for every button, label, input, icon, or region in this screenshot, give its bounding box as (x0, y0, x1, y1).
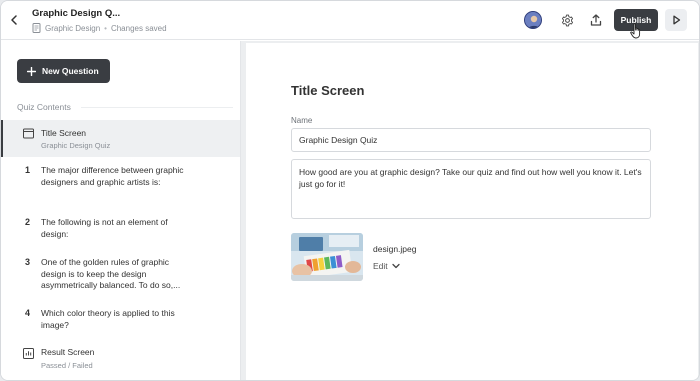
chevron-down-icon (392, 263, 400, 269)
question-number: 3 (25, 257, 31, 267)
question-text: The following is not an element of desig… (41, 217, 168, 239)
sidebar-item-question-1[interactable]: 1 The major difference between graphic d… (1, 164, 240, 204)
cover-image (291, 233, 363, 281)
question-number: 4 (25, 308, 31, 318)
app-window: Graphic Design Q... Graphic Design • Cha… (0, 0, 700, 381)
sidebar-item-question-3[interactable]: 3 One of the golden rules of graphic des… (1, 256, 240, 296)
bar-chart-icon (23, 348, 34, 359)
user-avatar[interactable] (524, 11, 542, 29)
title-screen-icon (23, 128, 34, 139)
sidebar: New Question Quiz Contents Title Screen … (1, 41, 241, 380)
back-button[interactable] (7, 12, 21, 28)
preview-button[interactable] (665, 9, 687, 31)
edit-image-dropdown[interactable]: Edit (373, 261, 400, 271)
save-status: Changes saved (110, 23, 167, 33)
editor-heading: Title Screen (291, 83, 365, 98)
sidebar-item-sub: Passed / Failed (41, 361, 93, 370)
meta-separator: • (104, 23, 107, 33)
play-icon (672, 15, 680, 25)
editor-canvas: Title Screen Name Graphic Design Quiz Ho… (241, 41, 699, 380)
plus-icon (27, 66, 36, 76)
cover-image-thumbnail[interactable] (291, 233, 363, 281)
sidebar-item-sub: Graphic Design Quiz (41, 141, 111, 150)
question-number: 2 (25, 217, 31, 227)
name-label: Name (291, 116, 313, 125)
quiz-description-input[interactable]: How good are you at graphic design? Take… (291, 159, 651, 219)
avatar-image (525, 12, 541, 28)
hand-cursor-icon (630, 23, 641, 39)
sidebar-item-title-screen[interactable]: Title Screen Graphic Design Quiz (1, 120, 240, 157)
question-text: One of the golden rules of graphic desig… (41, 257, 181, 290)
quiz-contents-label: Quiz Contents (17, 102, 71, 112)
gear-icon (561, 14, 573, 26)
category-label: Graphic Design (45, 23, 101, 33)
chevron-left-icon (11, 15, 17, 25)
edit-label: Edit (373, 261, 388, 271)
image-file-name: design.jpeg (373, 244, 417, 254)
document-icon (32, 23, 41, 33)
quiz-title[interactable]: Graphic Design Q... (32, 8, 120, 19)
upload-icon (590, 14, 602, 26)
new-question-button[interactable]: New Question (17, 59, 110, 83)
title-screen-card: Title Screen Name Graphic Design Quiz Ho… (246, 43, 698, 380)
question-text: Which color theory is applied to this im… (41, 308, 175, 330)
question-text: The major difference between graphic des… (41, 165, 184, 187)
sidebar-item-question-2[interactable]: 2 The following is not an element of des… (1, 216, 240, 244)
new-question-label: New Question (42, 66, 99, 76)
quiz-name-input[interactable]: Graphic Design Quiz (291, 128, 651, 152)
sidebar-item-label: Title Screen (41, 128, 87, 138)
sidebar-item-result-screen[interactable]: Result Screen Passed / Failed (1, 345, 240, 375)
share-button[interactable] (586, 10, 606, 30)
settings-button[interactable] (557, 10, 577, 30)
quiz-meta: Graphic Design • Changes saved (32, 23, 167, 33)
sidebar-item-label: Result Screen (41, 347, 95, 357)
section-divider (81, 107, 233, 108)
question-number: 1 (25, 165, 31, 175)
sidebar-item-question-4[interactable]: 4 Which color theory is applied to this … (1, 307, 240, 335)
top-bar: Graphic Design Q... Graphic Design • Cha… (1, 1, 699, 40)
